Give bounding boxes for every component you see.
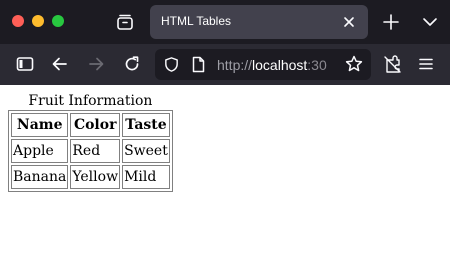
browser-chrome: HTML Tables http://localhost:30	[0, 0, 450, 85]
forward-arrow-icon	[89, 57, 104, 71]
tab-html-tables[interactable]: HTML Tables	[150, 5, 368, 39]
page-content: Fruit Information Name Color Taste Apple…	[0, 85, 450, 260]
close-icon[interactable]	[342, 15, 356, 29]
tab-overview-icon[interactable]	[116, 13, 134, 31]
table-row: Apple Red Sweet	[11, 139, 170, 163]
table-row: Banana Yellow Mild	[11, 165, 170, 189]
tab-bar: HTML Tables	[0, 0, 450, 44]
window-close-button[interactable]	[12, 15, 24, 27]
sidebar-icon[interactable]	[15, 54, 35, 74]
table-cell: Mild	[122, 165, 170, 189]
window-maximize-button[interactable]	[52, 15, 64, 27]
shield-icon[interactable]	[163, 56, 180, 73]
reload-icon[interactable]	[122, 54, 142, 74]
star-icon[interactable]	[344, 54, 364, 74]
tab-title: HTML Tables	[161, 14, 232, 28]
table-caption: Fruit Information	[28, 93, 153, 109]
url-host: localhost	[252, 57, 308, 73]
table-cell: Banana	[11, 165, 69, 189]
window-minimize-button[interactable]	[32, 15, 44, 27]
header-taste: Taste	[122, 113, 170, 137]
url-port: :30	[307, 57, 327, 73]
table-header-row: Name Color Taste	[11, 113, 170, 137]
page-icon[interactable]	[191, 56, 206, 73]
fruit-table: Fruit Information Name Color Taste Apple…	[8, 93, 173, 192]
table-cell: Yellow	[70, 165, 121, 189]
hamburger-menu-icon[interactable]	[416, 54, 436, 74]
navigation-toolbar: http://localhost:30	[0, 44, 450, 85]
chevron-down-icon[interactable]	[422, 14, 438, 30]
table-cell: Sweet	[122, 139, 170, 163]
address-bar[interactable]: http://localhost:30	[155, 49, 371, 80]
back-arrow-icon[interactable]	[50, 54, 70, 74]
header-name: Name	[11, 113, 69, 137]
extensions-icon[interactable]	[382, 54, 402, 74]
url-protocol: http://	[217, 57, 253, 73]
url-text[interactable]: http://localhost:30	[217, 57, 327, 73]
plus-icon[interactable]	[382, 13, 400, 31]
header-color: Color	[70, 113, 121, 137]
table-cell: Apple	[11, 139, 69, 163]
table-cell: Red	[70, 139, 121, 163]
